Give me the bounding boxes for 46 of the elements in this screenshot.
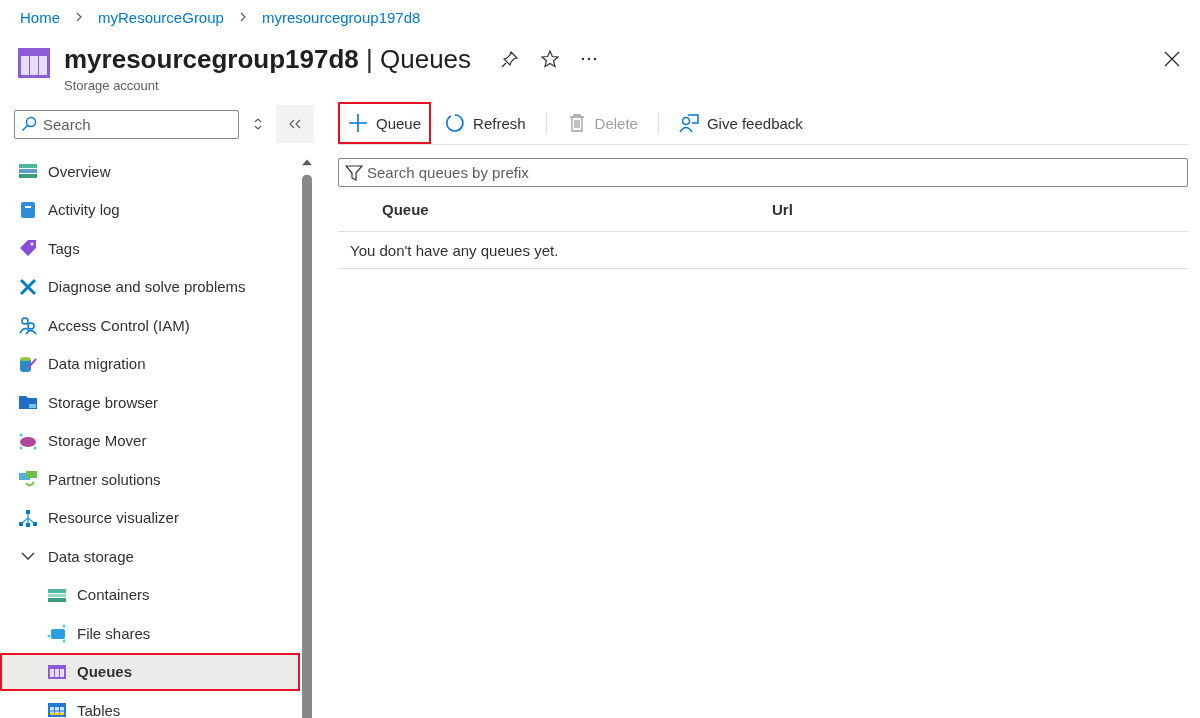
plus-icon [348,113,368,133]
nav-item[interactable]: Data storage [0,537,300,576]
double-chevron-icon [289,119,301,129]
feedback-icon [678,113,699,133]
toolbar-button[interactable]: Queue [338,102,432,144]
file-share-icon [47,623,67,644]
nav-item[interactable]: Tags [0,229,300,268]
refresh-icon [445,113,466,133]
table-icon [47,700,67,718]
search-icon [21,116,37,132]
resource-type: Storage account [64,78,160,93]
page-title: myresourcegroup197d8 | Queues [64,43,472,76]
nav-item[interactable]: Activity log [0,190,300,229]
nav-item[interactable]: Queues [0,652,300,691]
people-icon [18,315,38,336]
book-icon [18,199,38,220]
empty-message: You don't have any queues yet. [350,241,559,259]
filter-field[interactable]: Search queues by prefix [338,158,1188,187]
breadcrumb-link[interactable]: myresourcegroup197d8 [261,8,421,26]
queue-icon [18,48,50,78]
filter-icon [345,163,363,182]
nav-item[interactable]: Partner solutions [0,460,300,499]
nav-item[interactable]: Diagnose and solve problems [0,267,300,306]
nav-item[interactable]: File shares [0,614,300,653]
nav-item[interactable]: Data migration [0,344,300,383]
breadcrumb-link[interactable]: myResourceGroup [98,8,224,26]
tag-icon [18,238,38,259]
breadcrumb-link[interactable]: Home [20,8,60,26]
nav-item[interactable]: Overview [0,152,300,191]
nav-item[interactable]: Tables [0,691,300,718]
search-field[interactable]: Search [14,109,239,139]
nav-item[interactable]: Access Control (IAM) [0,306,300,345]
pin-icon[interactable] [501,50,520,68]
more-icon[interactable] [581,57,598,61]
nav-item[interactable]: Storage browser [0,383,300,422]
nav-item[interactable]: Containers [0,575,300,614]
network-icon [18,507,38,528]
toolbar-button[interactable]: Give feedback [668,102,813,144]
nav-item[interactable]: Storage Mover [0,421,300,460]
chevron-icon [74,12,84,22]
sort-icon[interactable] [253,117,263,131]
toolbar-button[interactable]: Refresh [435,102,536,144]
column-header[interactable]: Queue [382,200,772,218]
column-header[interactable]: Url [772,200,1188,218]
star-icon[interactable] [541,50,560,68]
nav-item[interactable]: Resource visualizer [0,498,300,537]
